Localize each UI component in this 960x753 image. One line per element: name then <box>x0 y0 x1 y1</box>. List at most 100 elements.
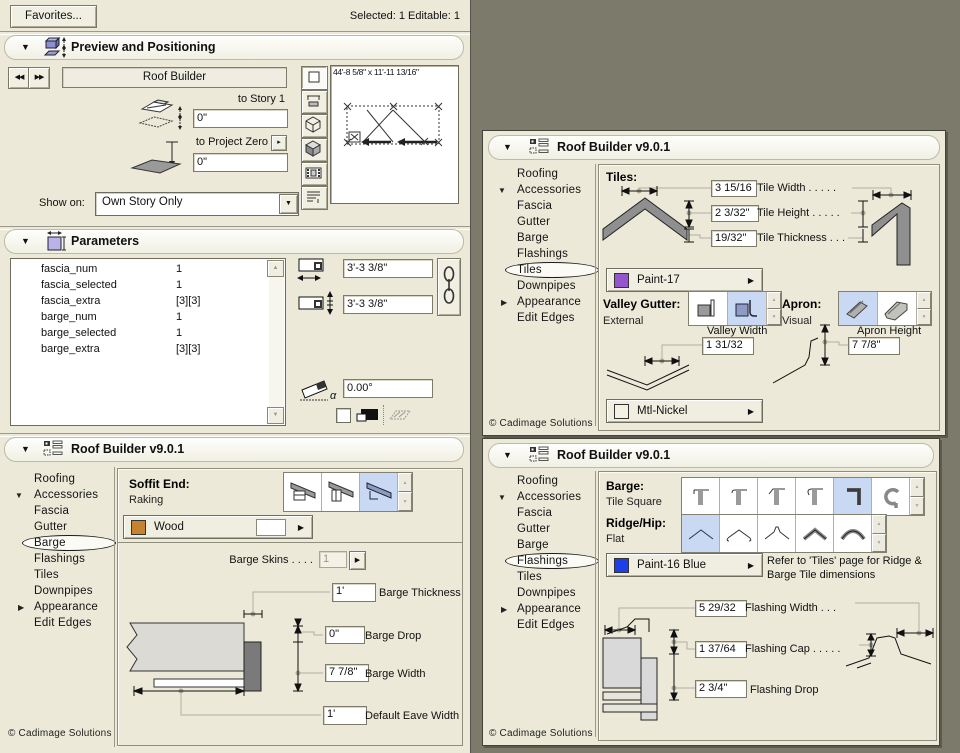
mirror-checkbox[interactable] <box>336 408 351 423</box>
tree-item-appearance[interactable]: ▶ Appearance <box>489 601 595 617</box>
tree-item-appearance[interactable]: ▶ Appearance <box>489 294 595 310</box>
tile-height-input[interactable]: 2 3/32" <box>711 205 759 222</box>
previous-favorite-button[interactable]: ◀◀ <box>8 67 30 89</box>
tree-item-tiles[interactable]: Tiles <box>489 569 595 585</box>
link-values-button[interactable] <box>437 258 461 316</box>
tree-item-gutter[interactable]: Gutter <box>6 519 114 535</box>
scrollbar-up-button[interactable]: ▲ <box>267 260 284 277</box>
tree-item-edit-edges[interactable]: Edit Edges <box>489 617 595 633</box>
barge-thickness-input[interactable]: 1' <box>332 583 376 602</box>
flashing-width-input[interactable]: 5 29/32 <box>695 600 747 617</box>
expand-triangle-icon[interactable]: ▶ <box>501 295 507 311</box>
listing-view-button[interactable] <box>301 186 328 210</box>
parameter-row[interactable]: barge_extra [3][3] <box>11 343 266 359</box>
parameter-row[interactable]: barge_selected 1 <box>11 327 266 343</box>
parameter-row[interactable]: fascia_extra [3][3] <box>11 295 266 311</box>
tree-item-edit-edges[interactable]: Edit Edges <box>489 310 595 326</box>
flashing-cap-input[interactable]: 1 37/64 <box>695 641 747 658</box>
3d-wireframe-view-button[interactable] <box>301 114 328 138</box>
tree-item-roofing[interactable]: Roofing <box>489 166 595 182</box>
preview-window[interactable]: 44'-8 5/8" x 11'-11 13/16" <box>330 65 459 204</box>
tile-width-input[interactable]: 3 15/16 <box>711 180 757 197</box>
expand-triangle-icon[interactable]: ▶ <box>18 600 24 616</box>
tree-item-roofing[interactable]: Roofing <box>6 471 114 487</box>
valley-gutter-option-1[interactable] <box>689 292 728 325</box>
collapse-triangle-icon[interactable]: ▼ <box>21 42 30 52</box>
tree-item-fascia[interactable]: Fascia <box>489 198 595 214</box>
tree-item-fascia[interactable]: Fascia <box>489 505 595 521</box>
tree-item-tiles-selected[interactable]: Tiles <box>489 262 599 278</box>
3d-shaded-view-button[interactable] <box>301 138 328 162</box>
collapse-triangle-icon[interactable]: ▼ <box>21 444 30 454</box>
camera-view-button[interactable] <box>301 162 328 186</box>
collapse-triangle-icon[interactable]: ▼ <box>503 142 512 152</box>
tile-thickness-input[interactable]: 19/32" <box>711 230 757 247</box>
roof-builder-header[interactable]: ▼ Roof Builder v9.0.1 <box>4 437 464 462</box>
collapse-triangle-icon[interactable]: ▼ <box>498 183 506 199</box>
tree-item-appearance[interactable]: ▶ Appearance <box>6 599 114 615</box>
barge-drop-input[interactable]: 0" <box>325 626 365 644</box>
valley-gutter-spinner[interactable]: ▲ ▼ <box>767 292 781 325</box>
angle-input[interactable]: 0.00° <box>343 379 433 398</box>
apron-option-1-selected[interactable] <box>839 292 878 325</box>
apron-spinner[interactable]: ▲ ▼ <box>917 292 931 325</box>
tree-item-flashings-selected[interactable]: Flashings <box>489 553 599 569</box>
tree-item-downpipes[interactable]: Downpipes <box>6 583 114 599</box>
collapse-triangle-icon[interactable]: ▼ <box>21 236 30 246</box>
collapse-triangle-icon[interactable]: ▼ <box>503 450 512 460</box>
reference-level-menu-button[interactable]: ▸ <box>271 135 287 151</box>
tree-item-downpipes[interactable]: Downpipes <box>489 585 595 601</box>
valley-gutter-option-2-selected[interactable] <box>728 292 767 325</box>
barge-width-input[interactable]: 7 7/8" <box>325 664 369 682</box>
plan-view-button[interactable] <box>301 66 328 90</box>
barge-width-input[interactable]: 3'-3 3/8" <box>343 295 433 314</box>
story-offset-input[interactable]: 0" <box>193 109 288 128</box>
valley-material-button[interactable]: Mtl-Nickel ▶ <box>606 399 763 423</box>
section-view-button[interactable] <box>301 90 328 114</box>
element-name-field[interactable]: Roof Builder <box>62 67 287 88</box>
tree-item-barge[interactable]: Barge <box>489 537 595 553</box>
tree-item-accessories[interactable]: ▼ Accessories <box>489 489 595 505</box>
settings-dialog-left-column: Favorites... Selected: 1 Editable: 1 ▼ P… <box>0 0 471 753</box>
apron-height-input[interactable]: 7 7/8" <box>848 337 900 355</box>
tree-item-downpipes[interactable]: Downpipes <box>489 278 595 294</box>
tree-item-barge-selected[interactable]: Barge <box>6 535 116 551</box>
preview-positioning-header[interactable]: ▼ Preview and Positioning <box>4 35 464 60</box>
show-on-dropdown[interactable]: Own Story Only ▼ <box>95 192 299 216</box>
fascia-width-input[interactable]: 3'-3 3/8" <box>343 259 433 278</box>
collapse-triangle-icon[interactable]: ▼ <box>15 488 23 504</box>
tree-item-flashings[interactable]: Flashings <box>6 551 114 567</box>
scrollbar-down-button[interactable]: ▼ <box>267 407 284 424</box>
tree-item-fascia[interactable]: Fascia <box>6 503 114 519</box>
flashing-drop-input[interactable]: 2 3/4" <box>695 680 747 698</box>
favorites-button[interactable]: Favorites... <box>10 5 97 28</box>
valley-width-input[interactable]: 1 31/32 <box>702 337 754 355</box>
parameter-row[interactable]: fascia_selected 1 <box>11 279 266 295</box>
parameters-header[interactable]: ▼ Parameters <box>4 229 464 254</box>
project-zero-offset-input[interactable]: 0" <box>193 153 288 172</box>
scrollbar-track[interactable] <box>269 260 284 422</box>
parameter-row[interactable]: fascia_num 1 <box>11 263 266 279</box>
tree-item-edit-edges[interactable]: Edit Edges <box>6 615 114 631</box>
tree-item-accessories[interactable]: ▼ Accessories <box>489 182 595 198</box>
parameter-row[interactable]: barge_num 1 <box>11 311 266 327</box>
section-title: Roof Builder v9.0.1 <box>557 140 671 154</box>
tree-item-gutter[interactable]: Gutter <box>489 521 595 537</box>
tree-item-accessories[interactable]: ▼ Accessories <box>6 487 114 503</box>
tile-material-button[interactable]: Paint-17 ▶ <box>606 268 763 292</box>
tile-thickness-label: Tile Thickness . . . <box>757 232 846 244</box>
apron-option-2[interactable] <box>878 292 917 325</box>
tree-item-flashings[interactable]: Flashings <box>489 246 595 262</box>
default-eave-width-input[interactable]: 1' <box>323 706 367 725</box>
expand-triangle-icon[interactable]: ▶ <box>501 602 507 618</box>
tree-item-barge[interactable]: Barge <box>489 230 595 246</box>
roof-builder-header[interactable]: ▼ Roof Builder v9.0.1 <box>488 135 940 160</box>
roof-builder-header[interactable]: ▼ Roof Builder v9.0.1 <box>488 443 934 468</box>
collapse-triangle-icon[interactable]: ▼ <box>498 490 506 506</box>
parameter-list[interactable]: fascia_num 1 fascia_selected 1 fascia_ex… <box>10 258 286 426</box>
tree-item-tiles[interactable]: Tiles <box>6 567 114 583</box>
dropdown-arrow-icon[interactable]: ▼ <box>279 194 298 214</box>
tree-item-gutter[interactable]: Gutter <box>489 214 595 230</box>
next-favorite-button[interactable]: ▶▶ <box>28 67 50 89</box>
tree-item-roofing[interactable]: Roofing <box>489 473 595 489</box>
